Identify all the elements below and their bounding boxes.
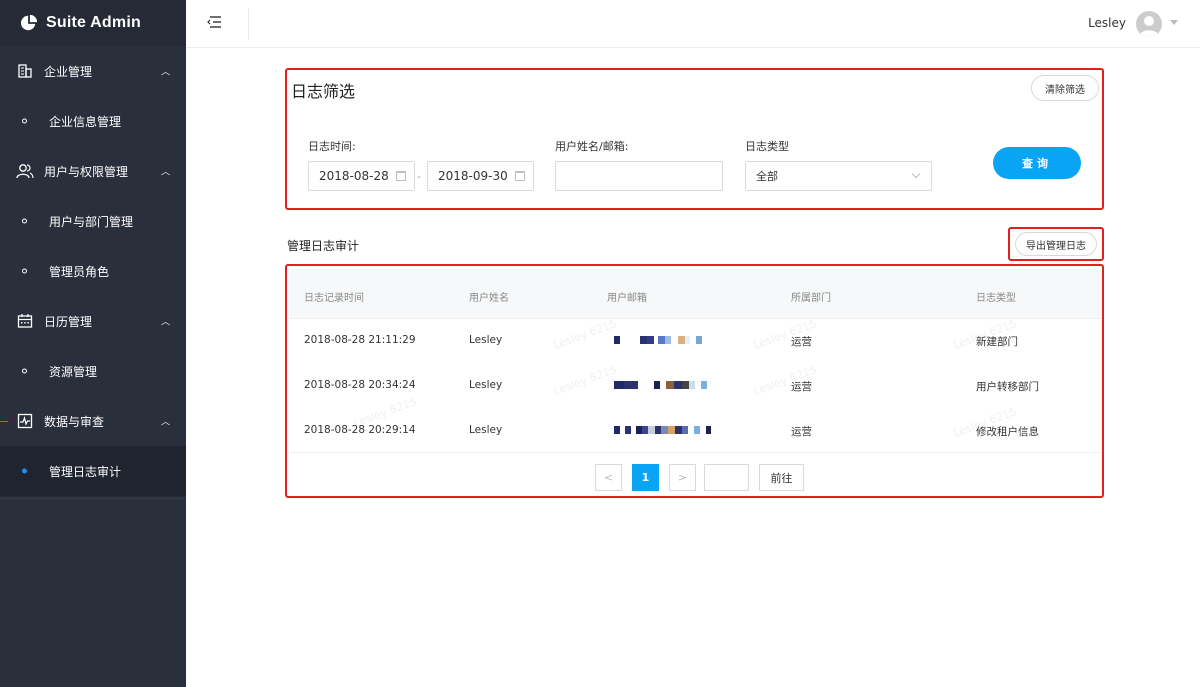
sidebar-group-data-audit[interactable]: 数据与审查 ︿ xyxy=(0,396,186,446)
table-row[interactable]: 2018-08-28 20:29:14 Lesley 运营 修改租户信息 xyxy=(290,409,1101,454)
cell-type: 修改租户信息 xyxy=(976,426,1039,438)
table-row[interactable]: 2018-08-28 21:11:29 Lesley 运营 新建部门 xyxy=(290,319,1101,364)
sidebar-group-label: 企业管理 xyxy=(44,64,93,79)
active-marker xyxy=(0,421,8,422)
cell-department: 运营 xyxy=(791,336,812,348)
sidebar-group-enterprise[interactable]: 企业管理 ︿ xyxy=(0,46,186,96)
dot-icon xyxy=(22,368,27,374)
dot-icon xyxy=(22,218,27,224)
dot-icon xyxy=(22,118,27,124)
chevron-up-icon: ︿ xyxy=(160,167,170,178)
sidebar-footer xyxy=(0,498,186,687)
chevron-up-icon: ︿ xyxy=(160,417,170,428)
cell-name: Lesley xyxy=(469,424,503,436)
column-header-name: 用户姓名 xyxy=(469,293,509,304)
top-header: Lesley xyxy=(186,0,1200,48)
redacted-email xyxy=(614,426,711,434)
user-avatar-icon xyxy=(1139,16,1159,37)
filter-title: 日志筛选 xyxy=(291,82,356,101)
page-1-button[interactable]: 1 xyxy=(632,464,659,491)
sidebar-group-label: 用户与权限管理 xyxy=(44,164,129,179)
chevron-up-icon: ︿ xyxy=(160,317,170,328)
goto-page-input[interactable] xyxy=(704,464,749,491)
dot-icon xyxy=(22,268,27,274)
sidebar-item-resources[interactable]: 资源管理 xyxy=(0,346,186,396)
sidebar-item-label: 企业信息管理 xyxy=(49,114,122,129)
avatar[interactable] xyxy=(1136,11,1162,37)
column-header-email: 用户邮箱 xyxy=(607,293,647,304)
brand-title: Suite Admin xyxy=(46,14,141,31)
pagination: < 1 > 前往 xyxy=(287,464,1102,492)
sidebar: Suite Admin 企业管理 ︿ 企业信息管理 用户与权限管理 ︿ 用户与部… xyxy=(0,0,186,687)
end-date-input[interactable]: 2018-09-30 xyxy=(427,161,534,191)
start-date-input[interactable]: 2018-08-28 xyxy=(308,161,415,191)
log-type-value: 全部 xyxy=(756,170,778,183)
column-header-type: 日志类型 xyxy=(976,293,1016,304)
next-page-button[interactable]: > xyxy=(669,464,696,491)
sidebar-group-label: 数据与审查 xyxy=(44,414,105,429)
redacted-email xyxy=(614,336,702,344)
sidebar-item-audit-log[interactable]: 管理日志审计 xyxy=(0,446,186,496)
query-button[interactable]: 查询 xyxy=(993,147,1081,179)
sidebar-group-users[interactable]: 用户与权限管理 ︿ xyxy=(0,146,186,196)
start-date-value: 2018-08-28 xyxy=(319,169,389,183)
redacted-email xyxy=(614,381,707,389)
user-search-input[interactable] xyxy=(555,161,723,191)
pie-chart-icon xyxy=(20,14,38,31)
table-header: 日志记录时间 用户姓名 用户邮箱 所属部门 日志类型 xyxy=(290,269,1101,319)
cell-time: 2018-08-28 20:29:14 xyxy=(304,424,416,436)
user-label: 用户姓名/邮箱: xyxy=(555,140,629,153)
menu-fold-icon[interactable] xyxy=(206,15,222,29)
chevron-down-icon xyxy=(911,169,921,179)
cell-type: 新建部门 xyxy=(976,336,1018,348)
user-name[interactable]: Lesley xyxy=(1088,16,1126,30)
cell-name: Lesley xyxy=(469,334,503,346)
sidebar-item-label: 管理员角色 xyxy=(49,264,110,279)
export-log-button[interactable]: 导出管理日志 xyxy=(1015,232,1097,256)
sidebar-item-label: 用户与部门管理 xyxy=(49,214,134,229)
activity-icon xyxy=(16,412,34,430)
calendar-icon xyxy=(16,312,34,330)
sidebar-item-label: 资源管理 xyxy=(49,364,98,379)
audit-log-table: 日志记录时间 用户姓名 用户邮箱 所属部门 日志类型 Lesley 6215 L… xyxy=(285,264,1104,498)
column-header-department: 所属部门 xyxy=(791,293,831,304)
audit-section-title: 管理日志审计 xyxy=(287,239,360,253)
sidebar-group-label: 日历管理 xyxy=(44,314,93,329)
caret-down-icon[interactable] xyxy=(1170,20,1178,25)
end-date-value: 2018-09-30 xyxy=(438,169,508,183)
brand: Suite Admin xyxy=(0,0,186,46)
cell-type: 用户转移部门 xyxy=(976,381,1039,393)
sidebar-group-calendar[interactable]: 日历管理 ︿ xyxy=(0,296,186,346)
prev-page-button[interactable]: < xyxy=(595,464,622,491)
column-header-time: 日志记录时间 xyxy=(304,293,364,304)
date-label: 日志时间: xyxy=(308,140,356,153)
chevron-up-icon: ︿ xyxy=(160,67,170,78)
date-separator: - xyxy=(417,170,421,183)
sidebar-item-enterprise-info[interactable]: 企业信息管理 xyxy=(0,96,186,146)
cell-department: 运营 xyxy=(791,381,812,393)
table-row[interactable]: 2018-08-28 20:34:24 Lesley 运营 用户转移部门 xyxy=(290,364,1101,409)
cell-time: 2018-08-28 21:11:29 xyxy=(304,334,416,346)
sidebar-item-admin-roles[interactable]: 管理员角色 xyxy=(0,246,186,296)
header-divider xyxy=(248,8,249,40)
dot-icon xyxy=(22,468,27,474)
export-area: 导出管理日志 xyxy=(1008,227,1104,261)
log-filter-panel: 日志筛选 清除筛选 日志时间: 2018-08-28 - 2018-09-30 … xyxy=(285,68,1104,210)
calendar-icon xyxy=(396,171,406,181)
sidebar-item-users-departments[interactable]: 用户与部门管理 xyxy=(0,196,186,246)
type-label: 日志类型 xyxy=(745,140,789,153)
cell-time: 2018-08-28 20:34:24 xyxy=(304,379,416,391)
sidebar-item-label: 管理日志审计 xyxy=(49,464,122,479)
cell-name: Lesley xyxy=(469,379,503,391)
goto-page-button[interactable]: 前往 xyxy=(759,464,804,491)
users-icon xyxy=(16,162,34,180)
cell-department: 运营 xyxy=(791,426,812,438)
building-icon xyxy=(16,62,34,80)
calendar-icon xyxy=(515,171,525,181)
log-type-select[interactable]: 全部 xyxy=(745,161,932,191)
table-divider xyxy=(290,452,1101,453)
clear-filter-button[interactable]: 清除筛选 xyxy=(1031,75,1099,101)
sidebar-menu: 企业管理 ︿ 企业信息管理 用户与权限管理 ︿ 用户与部门管理 管理员角色 日历… xyxy=(0,46,186,496)
